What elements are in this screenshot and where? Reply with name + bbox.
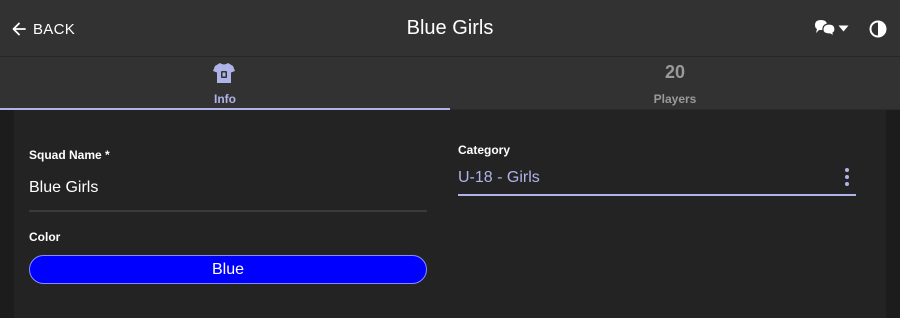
caret-down-icon bbox=[838, 25, 849, 31]
squad-name-field[interactable]: Blue Girls bbox=[29, 179, 98, 197]
squad-name-underline bbox=[29, 210, 427, 212]
chat-bubbles-icon bbox=[815, 20, 836, 37]
tab-players-label: Players bbox=[653, 92, 697, 106]
tab-bar: Info 20 Players bbox=[0, 57, 900, 110]
top-bar: BACK Blue Girls bbox=[0, 0, 900, 57]
chat-menu-button[interactable] bbox=[814, 19, 849, 37]
squad-info-card bbox=[14, 110, 886, 318]
theme-toggle-button[interactable] bbox=[869, 20, 887, 43]
color-label: Color bbox=[29, 230, 61, 244]
category-underline bbox=[458, 194, 856, 196]
half-circle-contrast-icon bbox=[869, 20, 887, 38]
players-count: 20 bbox=[664, 62, 686, 82]
category-select[interactable]: U-18 - Girls bbox=[458, 162, 856, 196]
back-button[interactable]: BACK bbox=[12, 18, 75, 40]
more-vertical-icon[interactable] bbox=[844, 167, 850, 187]
category-value: U-18 - Girls bbox=[458, 169, 540, 186]
page-title: Blue Girls bbox=[406, 17, 494, 39]
squad-name-label: Squad Name * bbox=[29, 148, 110, 162]
tab-info-label: Info bbox=[214, 92, 236, 106]
jersey-icon bbox=[213, 63, 235, 83]
tab-info[interactable]: Info bbox=[0, 57, 450, 110]
category-label: Category bbox=[458, 143, 511, 157]
color-picker-button[interactable]: Blue bbox=[29, 255, 427, 284]
tab-players[interactable]: 20 Players bbox=[450, 57, 900, 110]
arrow-left-icon bbox=[12, 22, 26, 36]
back-label: BACK bbox=[33, 20, 76, 38]
